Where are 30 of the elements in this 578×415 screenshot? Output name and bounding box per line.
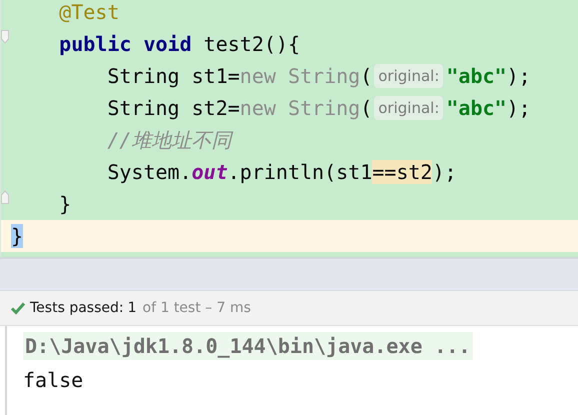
code-text: String st2= (106, 96, 240, 120)
code-text: ( (360, 96, 372, 120)
code-text: test2(){ (202, 32, 300, 56)
console-output: false (23, 368, 84, 392)
code-text: .println(st1 (228, 160, 372, 184)
code-text: ); (506, 96, 531, 120)
code-text: ); (506, 64, 531, 88)
code-text: System. (106, 160, 192, 184)
string-literal: "abc" (446, 64, 507, 88)
passed-count: 1 (128, 300, 137, 316)
code-text: ); (432, 160, 457, 184)
status-label: Tests passed: (30, 300, 124, 316)
code-editor[interactable]: @Test public void test2(){ String st1=new String( original: "abc"); String st2=new String( original: "abc"); //堆地址不同 System.out.println(st1==st2); } } (0, 0, 578, 257)
code-text: String st1= (106, 64, 240, 88)
field-text: out (192, 160, 228, 184)
string-literal: "abc" (446, 96, 507, 120)
fold-icon[interactable] (1, 190, 9, 204)
status-detail: of 1 test – 7 ms (142, 300, 251, 316)
brace-highlight: } (11, 224, 24, 248)
code-text: ( (360, 64, 372, 88)
usage-highlight: ==st2 (372, 160, 432, 184)
fold-icon[interactable] (1, 30, 9, 44)
keyword-text: public void (58, 32, 192, 56)
parameter-hint: original: (374, 64, 444, 88)
parameter-hint: original: (374, 96, 444, 120)
code-text: new String (240, 96, 360, 120)
annotation-text: @Test (58, 0, 120, 24)
code-comment: //堆地址不同 (106, 126, 232, 154)
code-text: new String (240, 64, 360, 88)
code-text: } (58, 192, 72, 216)
